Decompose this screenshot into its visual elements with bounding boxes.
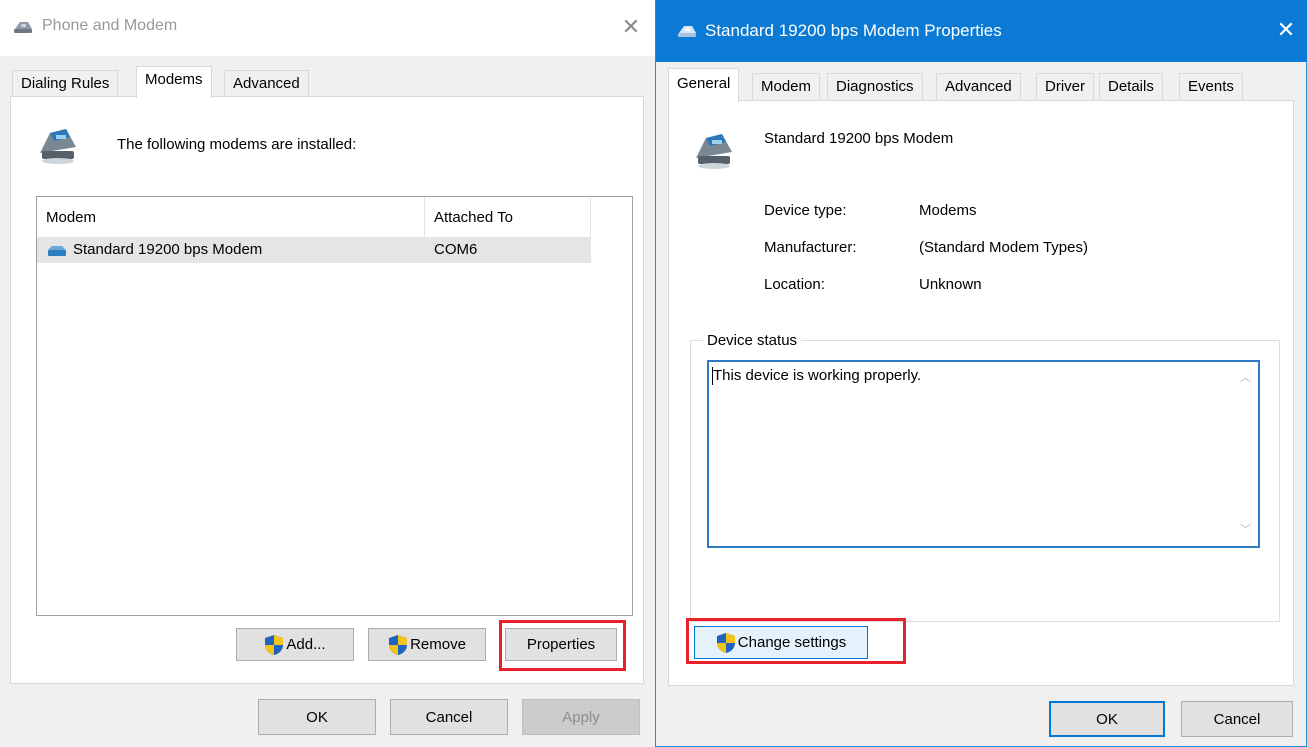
right-dialog-title: Standard 19200 bps Modem Properties <box>705 21 1002 40</box>
tab-driver[interactable]: Driver <box>1036 73 1094 101</box>
ok-button[interactable]: OK <box>1049 701 1165 737</box>
column-separator <box>424 197 425 237</box>
modem-name-cell: Standard 19200 bps Modem <box>73 241 263 258</box>
device-status-label: Device status <box>703 332 802 349</box>
tab-general[interactable]: General <box>668 68 740 102</box>
device-type-label: Device type: <box>764 202 847 219</box>
ok-button-label: OK <box>1096 710 1118 728</box>
tab-modems[interactable]: Modems <box>136 66 212 98</box>
modem-port-cell: COM6 <box>434 241 478 258</box>
remove-button[interactable]: Remove <box>368 628 486 661</box>
add-button[interactable]: Add... <box>236 628 354 661</box>
tab-details[interactable]: Details <box>1099 73 1163 101</box>
cancel-button-label: Cancel <box>1213 710 1261 728</box>
device-name: Standard 19200 bps Modem <box>764 130 954 147</box>
remove-button-label: Remove <box>410 636 466 653</box>
device-type-value: Modems <box>919 202 977 219</box>
apply-button-label: Apply <box>562 708 600 726</box>
uac-shield-icon <box>264 634 284 656</box>
modem-device-icon <box>47 244 67 258</box>
modem-large-icon <box>692 128 736 170</box>
cancel-button[interactable]: Cancel <box>1181 701 1293 737</box>
manufacturer-value: (Standard Modem Types) <box>919 239 1088 256</box>
phone-modem-icon <box>676 22 698 38</box>
add-button-label: Add... <box>286 636 326 653</box>
ok-button[interactable]: OK <box>258 699 376 735</box>
tab-advanced[interactable]: Advanced <box>936 73 1021 101</box>
device-status-textbox[interactable]: This device is working properly. ︿ ﹀ <box>707 360 1260 548</box>
modem-properties-dialog: Standard 19200 bps Modem Properties ✕ Ge… <box>655 0 1307 747</box>
location-label: Location: <box>764 276 825 293</box>
tab-events[interactable]: Events <box>1179 73 1243 101</box>
tab-dialing-rules[interactable]: Dialing Rules <box>12 70 119 98</box>
properties-highlight-box <box>499 620 626 671</box>
right-close-button[interactable]: ✕ <box>1268 12 1304 48</box>
column-attached-to[interactable]: Attached To <box>434 209 513 226</box>
column-modem[interactable]: Modem <box>46 209 96 226</box>
location-value: Unknown <box>919 276 982 293</box>
list-header: Modem Attached To <box>37 197 591 237</box>
left-close-button[interactable]: ✕ <box>612 8 650 46</box>
ok-button-label: OK <box>306 708 328 726</box>
right-title-bar[interactable]: Standard 19200 bps Modem Properties ✕ <box>656 0 1307 62</box>
device-status-text: This device is working properly. <box>713 367 922 384</box>
column-separator <box>590 197 591 237</box>
phone-modem-icon <box>12 18 34 34</box>
modem-large-icon <box>36 123 80 165</box>
tab-advanced[interactable]: Advanced <box>224 70 309 98</box>
apply-button[interactable]: Apply <box>522 699 640 735</box>
cancel-button[interactable]: Cancel <box>390 699 508 735</box>
table-row[interactable]: Standard 19200 bps Modem COM6 <box>37 237 591 263</box>
tab-diagnostics[interactable]: Diagnostics <box>827 73 923 101</box>
tab-modem[interactable]: Modem <box>752 73 821 101</box>
modems-list[interactable]: Modem Attached To Standard 19200 bps Mod… <box>36 196 633 616</box>
installed-modems-label: The following modems are installed: <box>117 136 357 153</box>
scroll-up-icon[interactable]: ︿ <box>1240 372 1252 384</box>
cancel-button-label: Cancel <box>425 708 473 726</box>
left-dialog-title: Phone and Modem <box>42 17 178 34</box>
phone-and-modem-dialog: Phone and Modem ✕ Dialing Rules Modems A… <box>0 0 655 747</box>
manufacturer-label: Manufacturer: <box>764 239 857 256</box>
uac-shield-icon <box>388 634 408 656</box>
left-title-bar[interactable]: Phone and Modem <box>0 0 655 56</box>
scroll-down-icon[interactable]: ﹀ <box>1240 524 1252 536</box>
change-settings-highlight-box <box>686 618 906 664</box>
